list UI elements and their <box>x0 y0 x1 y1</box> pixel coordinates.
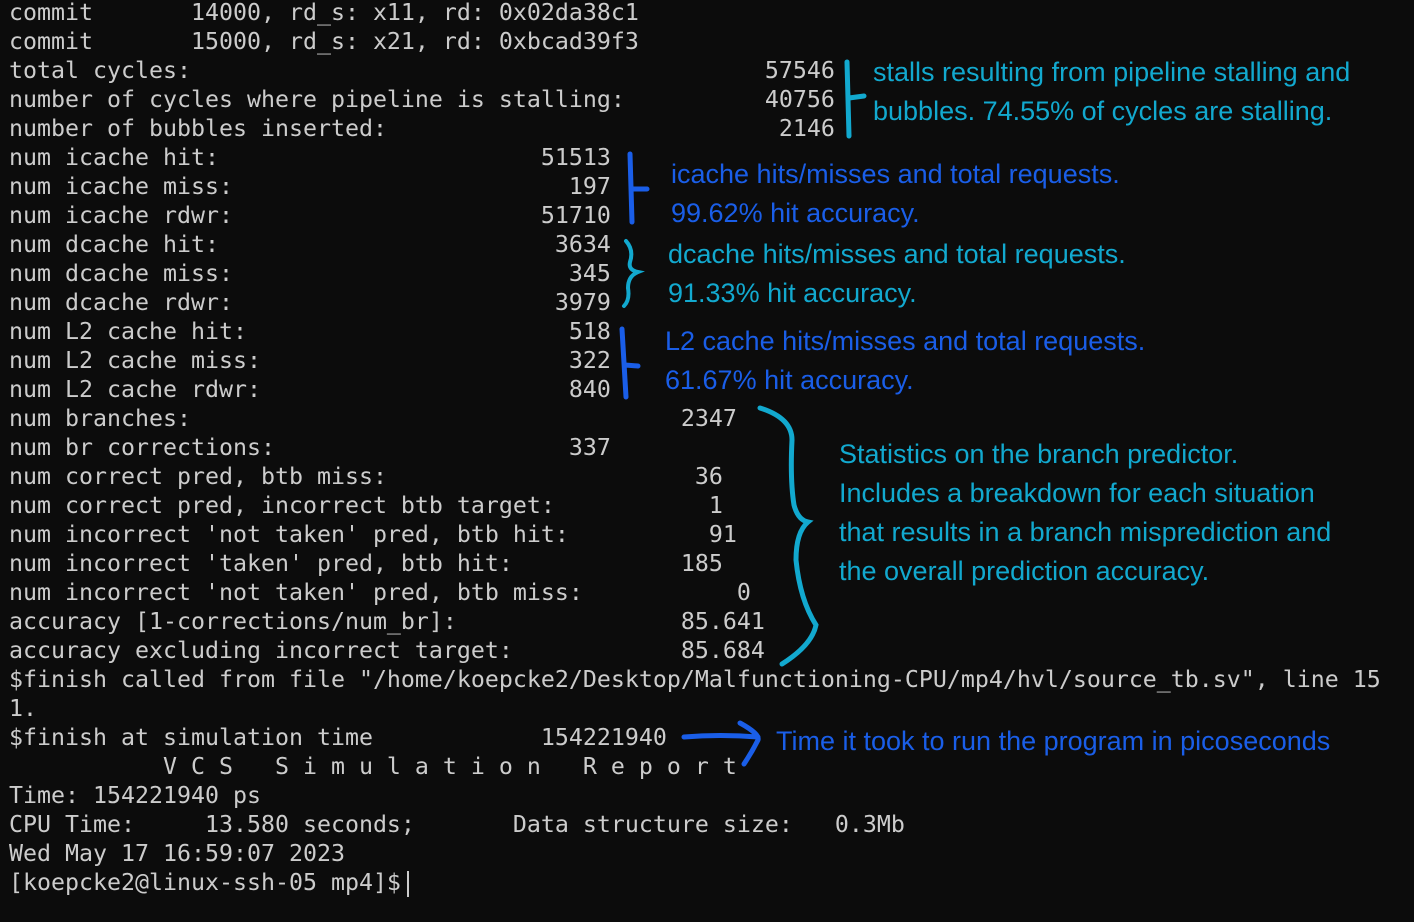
annotation-line: L2 cache hits/misses and total requests. <box>665 326 1146 356</box>
icache-annotation: icache hits/misses and total requests. 99… <box>671 155 1120 233</box>
annotation-line: 61.67% hit accuracy. <box>665 365 914 395</box>
annotation-line: Statistics on the branch predictor. <box>839 439 1239 469</box>
icache-bracket <box>627 151 650 225</box>
branch-annotation: Statistics on the branch predictor. Inclu… <box>839 435 1331 591</box>
stalls-annotation: stalls resulting from pipeline stalling … <box>873 53 1350 131</box>
annotation-line: bubbles. 74.55% of cycles are stalling. <box>873 96 1333 126</box>
annotation-line: icache hits/misses and total requests. <box>671 159 1120 189</box>
time-annotation: Time it took to run the program in picos… <box>776 726 1331 756</box>
dcache-brace <box>622 239 645 308</box>
l2-bracket <box>619 326 641 400</box>
dcache-annotation: dcache hits/misses and total requests. 91… <box>668 235 1126 313</box>
stalls-bracket <box>844 59 867 139</box>
annotation-line: stalls resulting from pipeline stalling … <box>873 57 1351 87</box>
annotation-line: the overall prediction accuracy. <box>839 556 1210 586</box>
annotation-line: 99.62% hit accuracy. <box>671 198 920 228</box>
annotation-line: Includes a breakdown for each situation <box>839 478 1315 508</box>
l2-annotation: L2 cache hits/misses and total requests.… <box>665 322 1145 400</box>
annotation-line: that results in a branch misprediction a… <box>839 517 1332 547</box>
annotation-line: 91.33% hit accuracy. <box>668 278 917 308</box>
annotation-line: dcache hits/misses and total requests. <box>668 239 1126 269</box>
branch-brace <box>757 405 819 667</box>
time-arrow <box>681 720 761 767</box>
